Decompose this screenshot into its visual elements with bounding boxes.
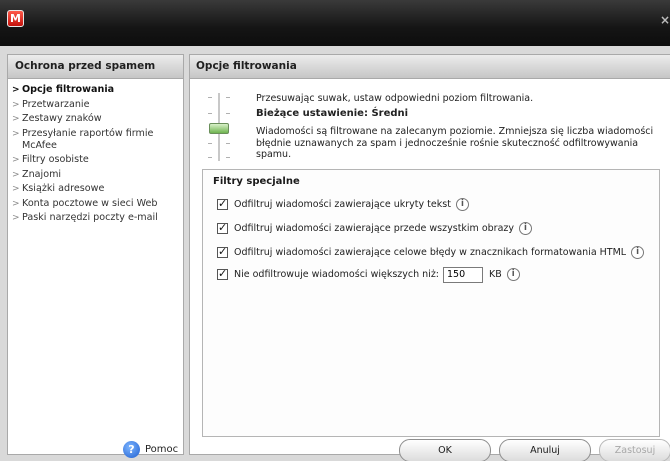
- option-label: Nie odfiltrowuje wiadomości większych ni…: [234, 269, 440, 280]
- window-body: Ochrona przed spamem > Opcje filtrowania …: [0, 46, 670, 461]
- chevron-right-icon: >: [12, 85, 20, 95]
- sidebar-item-processing[interactable]: > Przetwarzanie: [12, 99, 183, 111]
- slider-tick: [226, 157, 230, 158]
- filter-option-hidden-text: Odfiltruj wiadomości zawierające ukryty …: [217, 197, 469, 212]
- sidebar-item-address-books[interactable]: > Książki adresowe: [12, 183, 183, 195]
- max-size-checkbox[interactable]: [217, 267, 228, 280]
- filter-option-images: Odfiltruj wiadomości zawierające przede …: [217, 221, 533, 236]
- sidebar-item-personal-filters[interactable]: > Filtry osobiste: [12, 154, 183, 166]
- apply-button[interactable]: Zastosuj: [599, 439, 670, 461]
- sidebar-item-webmail-accounts[interactable]: > Konta pocztowe w sieci Web: [12, 198, 183, 210]
- sidebar-item-label: Opcje filtrowania: [22, 84, 115, 95]
- sidebar-item-report-mcafee[interactable]: > Przesyłanie raportów firmie McAfee: [12, 128, 183, 152]
- info-icon[interactable]: i: [631, 246, 645, 259]
- sidebar-item-label: Książki adresowe: [22, 183, 105, 194]
- info-icon[interactable]: i: [519, 222, 533, 235]
- chevron-right-icon: >: [12, 169, 20, 180]
- slider-thumb[interactable]: [209, 123, 229, 134]
- sidebar-item-label: Filtry osobiste: [22, 154, 89, 165]
- filter-option-max-size: Nie odfiltrowuje wiadomości większych ni…: [217, 266, 520, 283]
- chevron-right-icon: >: [12, 155, 20, 165]
- title-bar: M ×: [0, 0, 670, 46]
- special-filters-title: Filtry specjalne: [213, 176, 300, 187]
- sidebar-item-filtering-options[interactable]: > Opcje filtrowania: [12, 84, 183, 96]
- chevron-right-icon: >: [12, 99, 20, 110]
- slider-tick: [208, 143, 212, 144]
- chevron-right-icon: >: [12, 213, 20, 223]
- sidebar-item-label: Przesyłanie raportów firmie McAfee: [22, 127, 154, 151]
- close-icon[interactable]: ×: [660, 12, 670, 28]
- help-circle-icon: ?: [123, 441, 140, 458]
- sidebar-list: > Opcje filtrowania > Przetwarzanie > Zesta…: [8, 79, 183, 224]
- option-label: Odfiltruj wiadomości zawierające przede …: [234, 223, 515, 234]
- chevron-right-icon: >: [12, 114, 20, 124]
- slider-tick: [226, 113, 230, 114]
- sidebar-item-label: Konta pocztowe w sieci Web: [22, 197, 158, 209]
- max-size-input[interactable]: [443, 266, 484, 283]
- sidebar-title: Ochrona przed spamem: [8, 55, 183, 79]
- sidebar-item-label: Paski narzędzi poczty e-mail: [22, 212, 158, 223]
- slider-hint: Przesuwając suwak, ustaw odpowiedni pozi…: [256, 93, 534, 104]
- chevron-right-icon: >: [12, 198, 20, 209]
- option-label: Odfiltruj wiadomości zawierające ukryty …: [234, 199, 451, 210]
- slider-tick: [226, 143, 230, 144]
- slider-tick: [208, 113, 212, 114]
- sidebar-item-label: Znajomi: [22, 168, 62, 180]
- filter-option-html-errors: Odfiltruj wiadomości zawierające celowe …: [217, 245, 645, 260]
- sidebar-item-label: Przetwarzanie: [22, 98, 90, 110]
- hidden-text-checkbox[interactable]: [217, 197, 228, 210]
- sidebar: Ochrona przed spamem > Opcje filtrowania …: [7, 54, 184, 458]
- special-filters-group: Filtry specjalne Odfiltruj wiadomości za…: [202, 169, 660, 437]
- help-link[interactable]: ? Pomoc: [123, 441, 178, 458]
- info-icon[interactable]: i: [506, 268, 520, 281]
- sidebar-item-friends[interactable]: > Znajomi: [12, 169, 183, 181]
- option-label: Odfiltruj wiadomości zawierające celowe …: [234, 247, 627, 258]
- main-panel: Opcje filtrowania Przesuwając suwak, ust…: [189, 54, 670, 461]
- current-setting: Bieżące ustawienie: Średni: [256, 108, 409, 119]
- chevron-right-icon: >: [12, 184, 20, 194]
- slider-tick: [226, 97, 230, 98]
- page-title: Opcje filtrowania: [190, 55, 670, 79]
- sidebar-item-email-toolbars[interactable]: > Paski narzędzi poczty e-mail: [12, 212, 183, 224]
- filter-level-slider[interactable]: [206, 91, 232, 163]
- size-unit: KB: [489, 269, 502, 280]
- ok-button[interactable]: OK: [399, 439, 491, 461]
- mcafee-logo-icon: M: [7, 10, 24, 27]
- help-label: Pomoc: [145, 444, 179, 455]
- slider-tick: [208, 97, 212, 98]
- images-checkbox[interactable]: [217, 221, 228, 234]
- chevron-right-icon: >: [12, 128, 20, 139]
- sidebar-item-label: Zestawy znaków: [22, 113, 102, 124]
- setting-description: Wiadomości są filtrowane na zalecanym po…: [256, 126, 654, 160]
- sidebar-item-charsets[interactable]: > Zestawy znaków: [12, 113, 183, 125]
- cancel-button[interactable]: Anuluj: [499, 439, 591, 461]
- info-icon[interactable]: i: [455, 198, 469, 211]
- html-errors-checkbox[interactable]: [217, 245, 228, 258]
- slider-tick: [208, 157, 212, 158]
